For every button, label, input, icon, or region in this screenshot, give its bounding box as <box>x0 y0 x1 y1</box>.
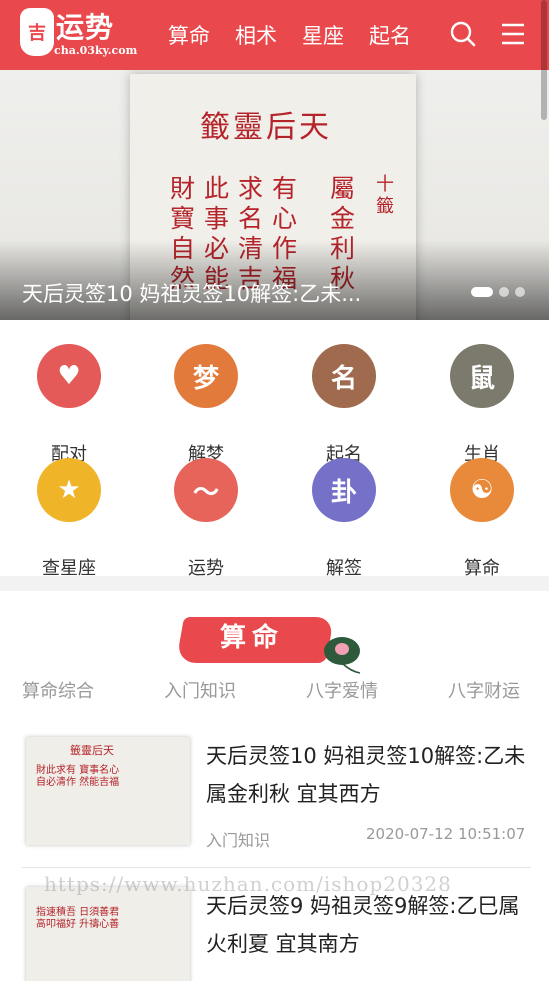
scrollbar[interactable] <box>541 0 547 120</box>
star-glyph: ★ <box>57 475 81 505</box>
banner-caption[interactable]: 天后灵签10 妈祖灵签10解签:乙未... <box>22 278 402 308</box>
banner-carousel[interactable]: 籤靈后天 十籤 屬金利秋 有心作福 求名清吉 此事必能 財寶自然 天后灵签10 … <box>0 70 549 320</box>
grid-item-qiming[interactable]: 名 起名 <box>299 344 389 465</box>
grid-label: 运势 <box>188 558 224 579</box>
nav-item-qiming[interactable]: 起名 <box>369 20 411 50</box>
article-item[interactable]: 籤靈后天 財此求有 寶事名心 自必清作 然能吉福 天后灵签10 妈祖灵签10解签… <box>22 737 532 877</box>
name-icon: 名 <box>312 344 376 408</box>
pulse-icon: 〜 <box>174 458 238 522</box>
feature-grid: ♥ 配对 梦 解梦 名 起名 鼠 生肖 ★ 查星座 〜 运势 卦 解签 ☯ 算命 <box>0 320 549 579</box>
lantern-glyph: 卦 <box>330 477 357 508</box>
dream-icon: 梦 <box>174 344 238 408</box>
grid-label: 查星座 <box>42 558 96 579</box>
article-category[interactable]: 入门知识 <box>206 827 270 851</box>
carousel-dot[interactable] <box>471 287 493 297</box>
yinyang-glyph: ☯ <box>470 475 494 505</box>
slip-title: 籤靈后天 <box>200 110 332 145</box>
star-search-icon: ★ <box>37 458 101 522</box>
nav-item-xingzuo[interactable]: 星座 <box>302 20 344 50</box>
grid-label: 解签 <box>326 558 362 579</box>
dream-glyph: 梦 <box>192 363 219 394</box>
tab-caiyun[interactable]: 八字财运 <box>448 677 520 703</box>
tab-aiqing[interactable]: 八字爱情 <box>306 677 378 703</box>
article-time: 2020-07-12 10:51:07 <box>366 825 526 843</box>
grid-item-jiemeng[interactable]: 梦 解梦 <box>161 344 251 465</box>
main-nav: 算命 相术 星座 起名 <box>168 0 436 70</box>
article-item[interactable]: 指速積吾 日須善君 高叩福好 升禱心善 天后灵签9 妈祖灵签9解签:乙巳属火利夏… <box>22 887 532 981</box>
rat-icon: 鼠 <box>450 344 514 408</box>
grid-label: 算命 <box>464 558 500 579</box>
site-logo[interactable]: 吉 运势 cha.03ky.com <box>20 6 137 64</box>
grid-item-suanming[interactable]: ☯ 算命 <box>437 458 527 579</box>
thumb-text: 指速積吾 日須善君 高叩福好 升禱心善 <box>36 907 120 930</box>
pulse-glyph: 〜 <box>192 477 219 508</box>
tab-zonghe[interactable]: 算命综合 <box>22 677 94 703</box>
grid-item-jieqian[interactable]: 卦 解签 <box>299 458 389 579</box>
watermark: https://www.huzhan.com/ishop20328 <box>44 872 452 896</box>
carousel-dot[interactable] <box>515 287 525 297</box>
rat-glyph: 鼠 <box>468 363 495 394</box>
heart-glyph: ♥ <box>57 361 81 391</box>
article-thumbnail: 籤靈后天 財此求有 寶事名心 自必清作 然能吉福 <box>26 737 190 845</box>
name-glyph: 名 <box>330 363 357 394</box>
slip-column: 十籤 <box>376 174 394 217</box>
nav-item-suanming[interactable]: 算命 <box>168 20 210 50</box>
grid-item-chaxingzuo[interactable]: ★ 查星座 <box>24 458 114 579</box>
lotus-icon <box>324 637 361 674</box>
page: 吉 运势 cha.03ky.com 算命 相术 星座 起名 籤靈后天 十籤 屬金… <box>0 0 549 981</box>
article-title[interactable]: 天后灵签9 妈祖灵签9解签:乙巳属火利夏 宜其南方 <box>206 887 536 963</box>
menu-icon[interactable] <box>500 21 526 47</box>
yinyang-icon: ☯ <box>450 458 514 522</box>
thumb-text: 財此求有 寶事名心 自必清作 然能吉福 <box>36 765 120 788</box>
heart-icon: ♥ <box>37 344 101 408</box>
grid-item-yunshi[interactable]: 〜 运势 <box>161 458 251 579</box>
logo-badge: 吉 <box>20 8 54 56</box>
top-header: 吉 运势 cha.03ky.com 算命 相术 星座 起名 <box>0 0 549 70</box>
article-thumbnail: 指速積吾 日須善君 高叩福好 升禱心善 <box>26 887 190 981</box>
section-title: 算命 <box>220 623 285 653</box>
thumb-title: 籤靈后天 <box>70 744 114 757</box>
logo-title: 运势 <box>56 11 115 44</box>
section-tabs: 算命综合 入门知识 八字爱情 八字财运 <box>0 677 549 707</box>
carousel-dots <box>471 287 531 297</box>
tab-rumen[interactable]: 入门知识 <box>164 677 236 703</box>
logo-url: cha.03ky.com <box>54 44 138 57</box>
nav-item-xiangshu[interactable]: 相术 <box>235 20 277 50</box>
grid-item-shengxiao[interactable]: 鼠 生肖 <box>437 344 527 465</box>
grid-item-peidui[interactable]: ♥ 配对 <box>24 344 114 465</box>
divider <box>22 867 531 868</box>
carousel-dot[interactable] <box>499 287 509 297</box>
search-icon[interactable] <box>449 20 477 48</box>
fortune-section: 算命 算命综合 入门知识 八字爱情 八字财运 籤靈后天 財此求有 寶事名心 自必… <box>0 591 549 981</box>
article-title[interactable]: 天后灵签10 妈祖灵签10解签:乙未属金利秋 宜其西方 <box>206 737 536 813</box>
section-header: 算命 <box>175 603 370 674</box>
lantern-icon: 卦 <box>312 458 376 522</box>
